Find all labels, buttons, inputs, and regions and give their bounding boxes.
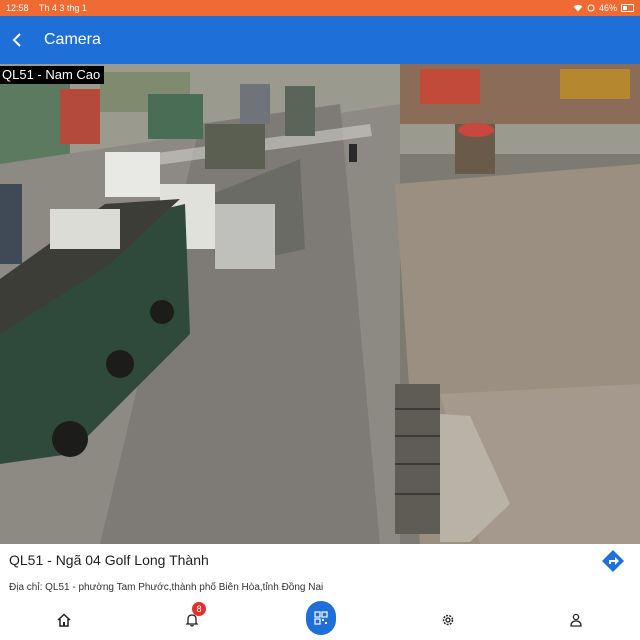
camera-label: QL51 - Nam Cao — [0, 66, 105, 84]
camera-image — [0, 64, 640, 544]
status-bar: 12:58 Th 4 3 thg 1 46% — [0, 0, 640, 16]
nav-settings[interactable] — [433, 606, 463, 634]
nav-profile[interactable] — [561, 606, 591, 634]
person-icon — [570, 613, 582, 627]
camera-feed[interactable]: QL51 - Nam Cao — [0, 64, 640, 544]
camera-name: QL51 - Ngã 04 Golf Long Thành — [9, 552, 209, 568]
alarm-icon — [587, 4, 595, 12]
nav-qr-scan[interactable] — [306, 601, 336, 635]
back-arrow-icon — [12, 33, 21, 47]
app-bar: Camera — [0, 16, 640, 64]
directions-icon — [602, 550, 624, 572]
status-left: 12:58 Th 4 3 thg 1 — [6, 3, 95, 13]
battery-icon — [621, 4, 634, 12]
wifi-icon — [573, 4, 583, 12]
battery-percent: 46% — [598, 3, 617, 13]
camera-address: Địa chỉ: QL51 - phường Tam Phước,thành p… — [9, 582, 324, 593]
camera-info-panel: QL51 - Ngã 04 Golf Long Thành Địa chỉ: Q… — [0, 544, 640, 600]
status-date: Th 4 3 thg 1 — [38, 3, 87, 13]
notification-badge: 8 — [192, 602, 206, 616]
gear-icon — [442, 614, 454, 626]
back-button[interactable] — [2, 16, 32, 64]
status-right: 46% — [573, 3, 634, 13]
directions-button[interactable] — [598, 544, 628, 578]
page-title: Camera — [44, 31, 101, 48]
qr-code-icon — [314, 611, 328, 625]
home-icon — [57, 613, 71, 627]
nav-home[interactable] — [49, 606, 79, 634]
status-time: 12:58 — [6, 3, 29, 13]
